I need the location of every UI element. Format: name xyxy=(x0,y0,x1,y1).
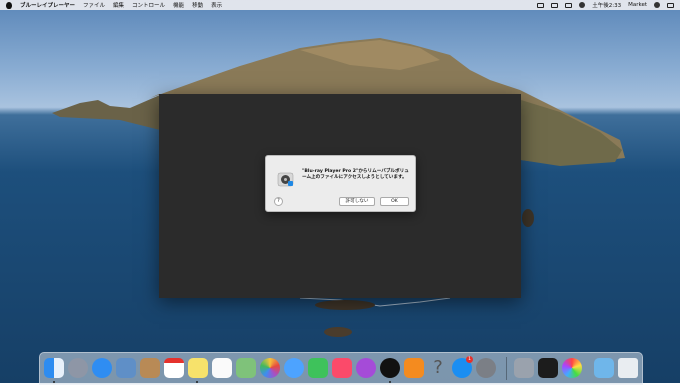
menu-features[interactable]: 機能 xyxy=(173,1,184,9)
safari-icon[interactable] xyxy=(92,358,112,378)
dialog-message: "Blu-ray Player Pro 2"からリムーバブルボリューム上のファイ… xyxy=(302,169,409,180)
launchpad-icon[interactable] xyxy=(68,358,88,378)
permission-dialog: "Blu-ray Player Pro 2"からリムーバブルボリューム上のファイ… xyxy=(265,155,416,212)
menu-view[interactable]: 表示 xyxy=(211,1,222,9)
contacts-icon[interactable] xyxy=(140,358,160,378)
search-icon[interactable] xyxy=(654,2,660,8)
battery-icon[interactable] xyxy=(551,2,559,8)
dock: ? 1 xyxy=(39,352,643,385)
menu-file[interactable]: ファイル xyxy=(83,1,105,9)
reminders-icon[interactable] xyxy=(212,358,232,378)
notes-icon[interactable] xyxy=(188,358,208,378)
messages-icon[interactable] xyxy=(284,358,304,378)
help-icon[interactable]: ? xyxy=(428,358,448,378)
trash-icon[interactable] xyxy=(618,358,638,378)
display-icon[interactable] xyxy=(565,2,573,8)
app-store-badge: 1 xyxy=(466,356,473,363)
deny-button[interactable]: 許可しない xyxy=(339,197,375,206)
books-icon[interactable] xyxy=(404,358,424,378)
menu-bar: ブルーレイプレーヤー ファイル 編集 コントロール 機能 移動 表示 土午後2:… xyxy=(0,0,680,10)
finder-icon[interactable] xyxy=(44,358,64,378)
color-picker-icon[interactable] xyxy=(562,358,582,378)
drive-app-icon xyxy=(277,172,294,187)
menu-clock[interactable]: 土午後2:33 xyxy=(592,1,621,9)
volume-icon[interactable] xyxy=(579,2,586,8)
menu-edit[interactable]: 編集 xyxy=(113,1,124,9)
podcasts-icon[interactable] xyxy=(356,358,376,378)
ok-button[interactable]: OK xyxy=(380,197,409,206)
menu-control[interactable]: コントロール xyxy=(132,1,165,9)
photos-icon[interactable] xyxy=(260,358,280,378)
dock-separator xyxy=(506,357,507,380)
help-button[interactable]: ? xyxy=(274,197,283,206)
system-preferences-icon[interactable] xyxy=(476,358,496,378)
maps-icon[interactable] xyxy=(236,358,256,378)
calendar-icon[interactable] xyxy=(164,358,184,378)
terminal-icon[interactable] xyxy=(538,358,558,378)
menu-go[interactable]: 移動 xyxy=(192,1,203,9)
control-center-icon[interactable] xyxy=(667,2,674,8)
apple-menu-icon[interactable] xyxy=(6,1,12,9)
preview-icon[interactable] xyxy=(116,358,136,378)
menu-user[interactable]: Market xyxy=(628,2,647,8)
downloads-folder-icon[interactable] xyxy=(594,358,614,378)
menu-app-name[interactable]: ブルーレイプレーヤー xyxy=(20,1,75,9)
utility-icon[interactable] xyxy=(514,358,534,378)
music-icon[interactable] xyxy=(332,358,352,378)
tv-icon[interactable] xyxy=(380,358,400,378)
facetime-icon[interactable] xyxy=(308,358,328,378)
wifi-icon[interactable] xyxy=(537,2,545,8)
